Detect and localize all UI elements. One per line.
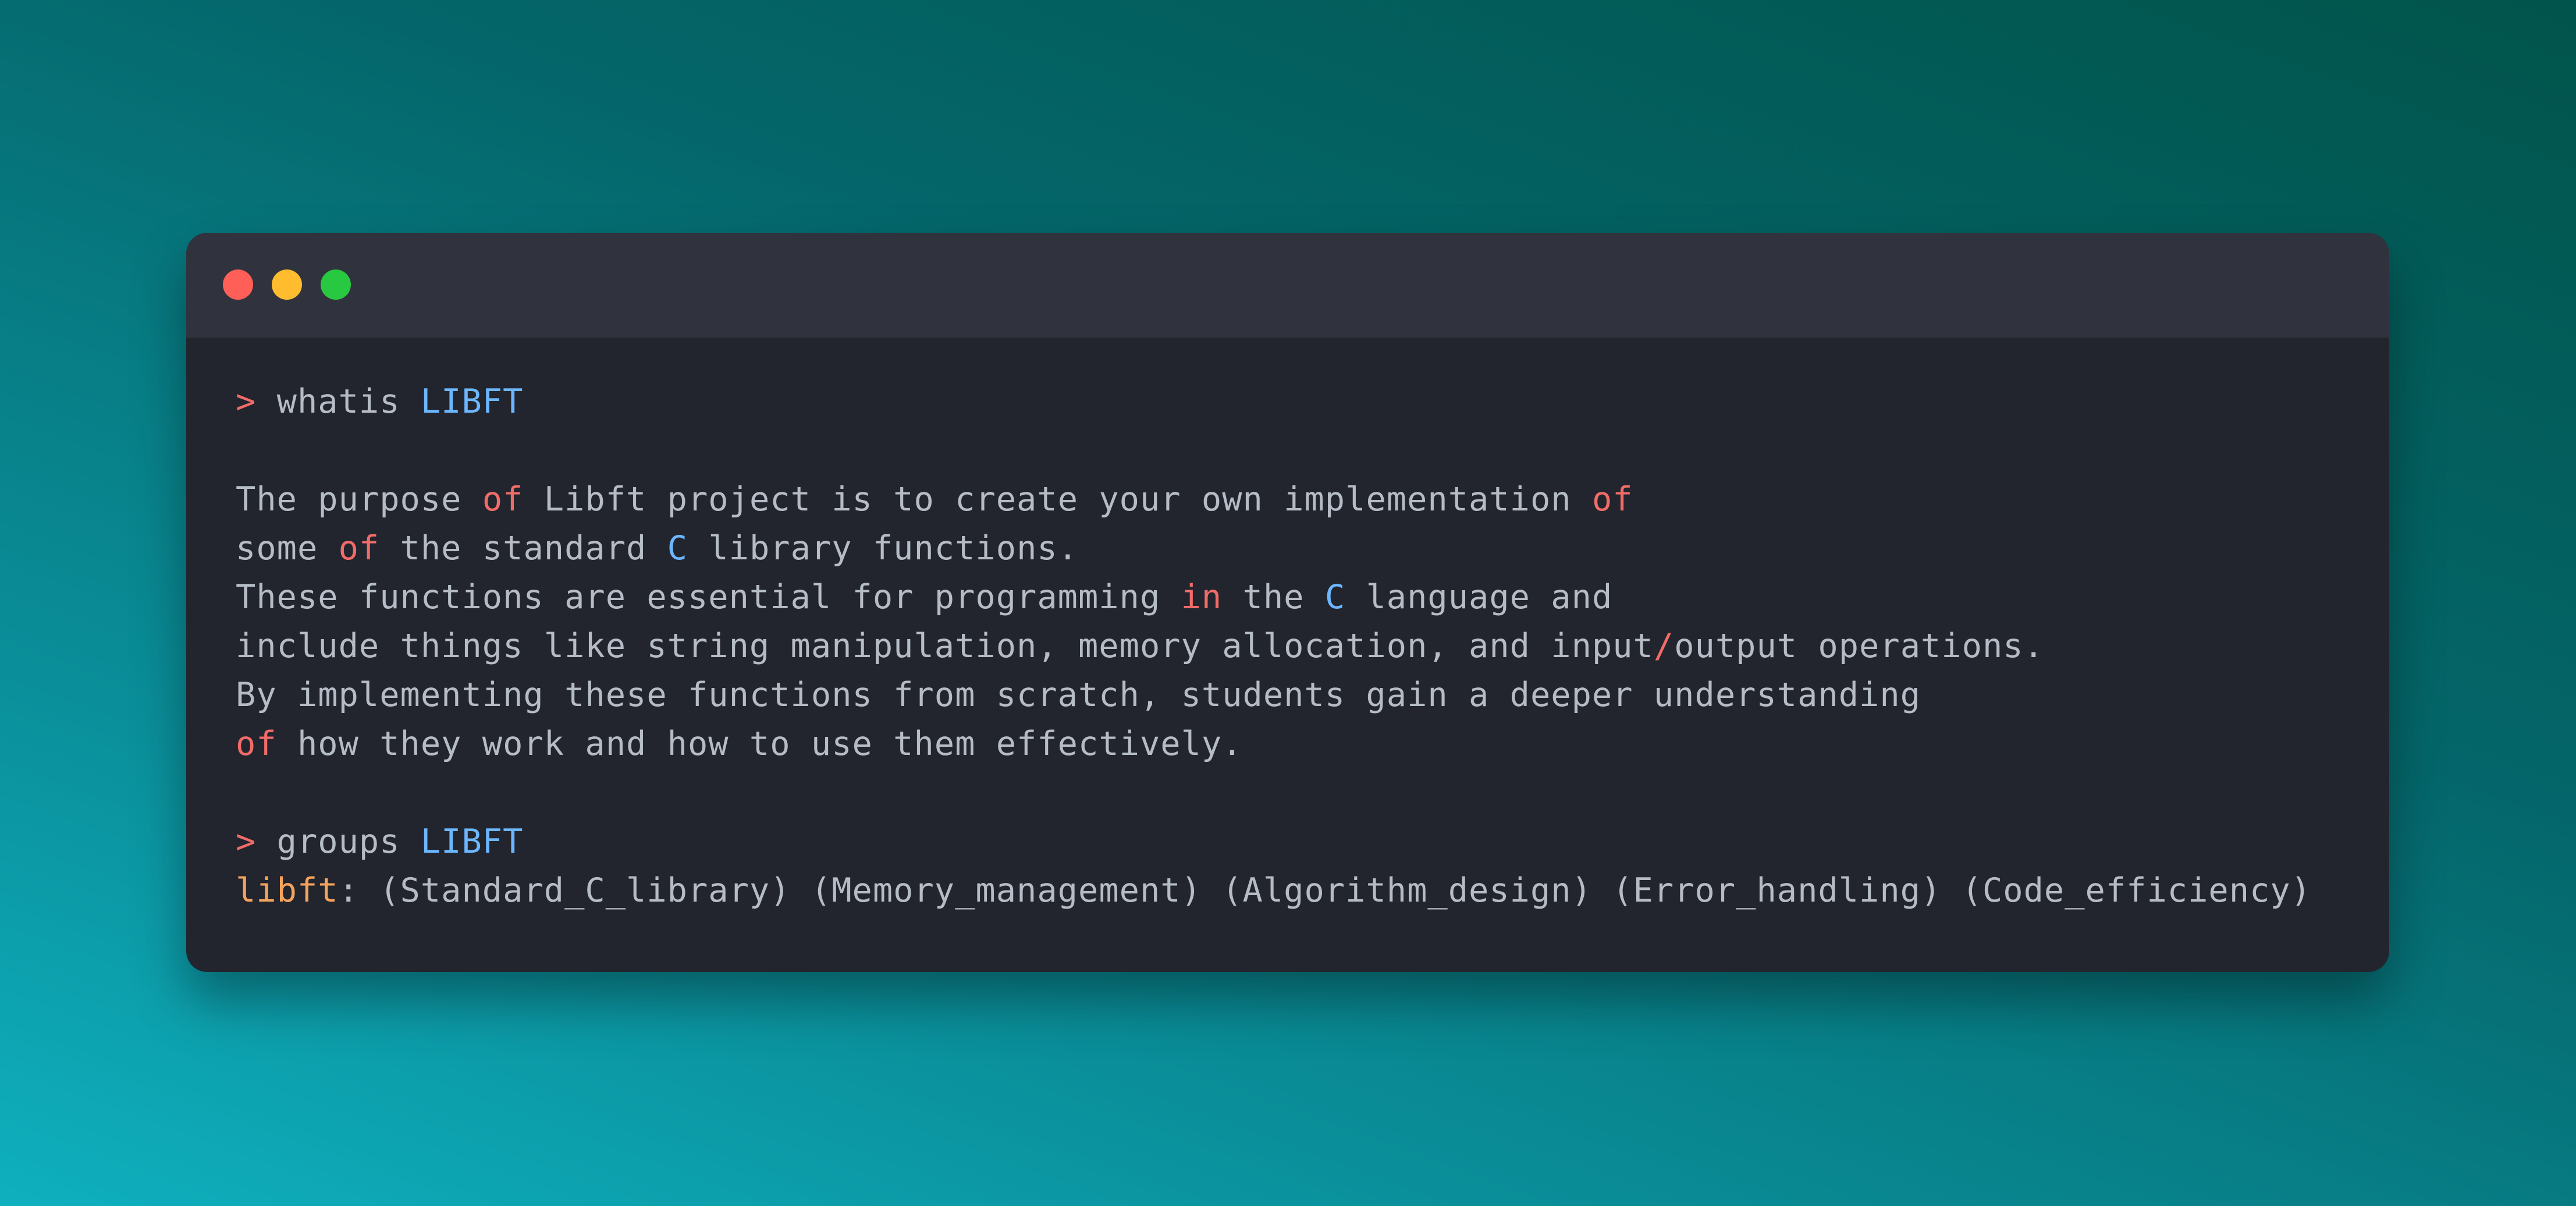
output-text: : (Standard_C_library) (Memory_managemen… (338, 871, 2312, 910)
keyword-text: of (338, 529, 380, 567)
terminal-line: of how they work and how to use them eff… (236, 719, 2378, 768)
output-text: Libft project is to create your own impl… (523, 480, 1592, 519)
terminal-line: These functions are essential for progra… (236, 573, 2378, 622)
terminal-window: > whatis LIBFT The purpose of Libft proje… (186, 233, 2389, 972)
terminal-line: include things like string manipulation,… (236, 622, 2378, 671)
output-text: include things like string manipulation,… (236, 627, 1654, 665)
highlighted-text: LIBFT (420, 382, 524, 421)
keyword-text: of (236, 725, 277, 763)
desktop-background: { "window": { "dots": [ {"name": "close"… (0, 0, 2576, 1206)
output-text: output operations. (1674, 627, 2044, 665)
highlighted-text: LIBFT (420, 822, 524, 861)
output-text: groups (276, 822, 421, 861)
highlighted-text: C (667, 529, 688, 567)
output-text: By implementing these functions from scr… (236, 676, 1921, 714)
minimize-button[interactable] (272, 269, 302, 300)
terminal-line: > whatis LIBFT (236, 377, 2378, 426)
terminal-line: libft: (Standard_C_library) (Memory_mana… (236, 866, 2378, 915)
title-bar (186, 233, 2389, 338)
keyword-text: of (1591, 480, 1633, 519)
terminal-line: The purpose of Libft project is to creat… (236, 475, 2378, 524)
keyword-text: of (482, 480, 524, 519)
terminal-line: > groups LIBFT (236, 817, 2378, 866)
prompt-symbol: > (236, 822, 277, 861)
output-text: the (1222, 578, 1325, 616)
keyword-text: in (1181, 578, 1223, 616)
output-text: The purpose (236, 480, 482, 519)
keyword-text: / (1653, 627, 1675, 665)
maximize-button[interactable] (321, 269, 351, 300)
highlighted-text: C (1324, 578, 1346, 616)
prompt-symbol: > (236, 382, 277, 421)
output-text: some (236, 529, 339, 567)
output-text: how they work and how to use them effect… (276, 725, 1243, 763)
output-text: library functions. (688, 529, 1079, 567)
output-text: These functions are essential for progra… (236, 578, 1181, 616)
group-label: libft (236, 871, 339, 910)
terminal-line: some of the standard C library functions… (236, 524, 2378, 573)
close-button[interactable] (223, 269, 253, 300)
terminal-output: > whatis LIBFT The purpose of Libft proje… (236, 377, 2378, 915)
terminal-line: By implementing these functions from scr… (236, 671, 2378, 719)
output-text: the standard (379, 529, 667, 567)
output-text: language and (1345, 578, 1613, 616)
output-text: whatis (276, 382, 421, 421)
